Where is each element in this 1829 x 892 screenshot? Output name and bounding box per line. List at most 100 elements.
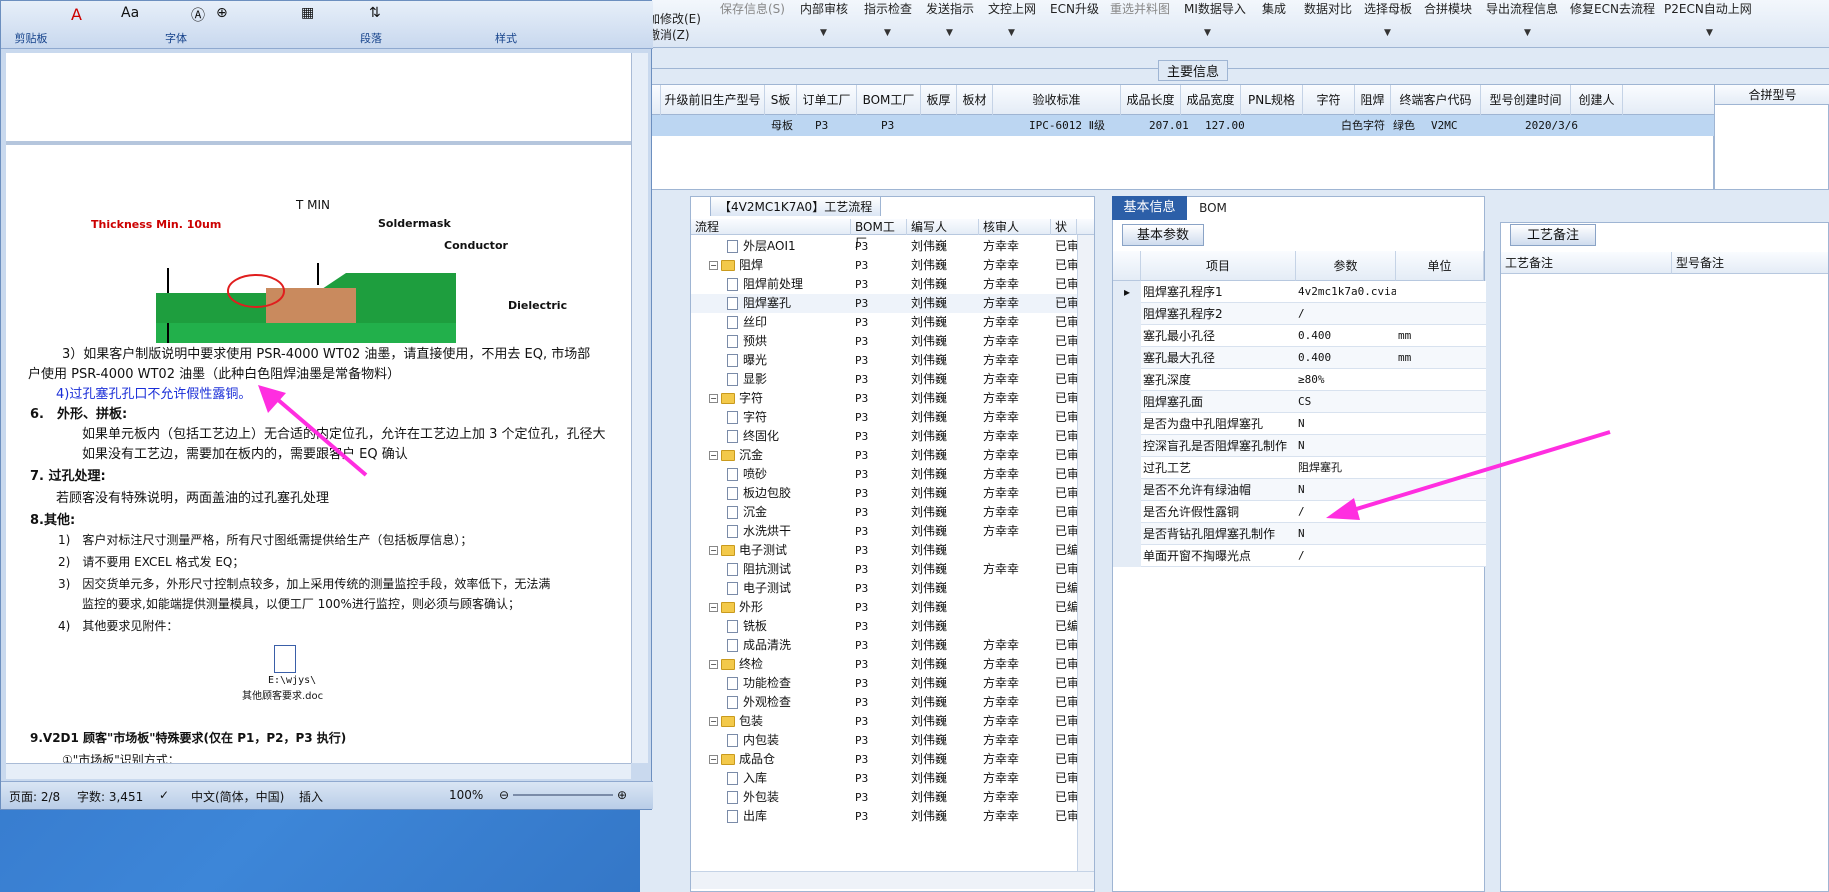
list-item[interactable]: 板边包胶 P3 刘伟巍 方幸幸 已审核 [691,484,1077,503]
chevron-down-icon[interactable]: ▼ [1008,28,1015,38]
list-item[interactable]: 显影 P3 刘伟巍 方幸幸 已审核 [691,370,1077,389]
modify-button[interactable]: 加修改(E) [648,10,701,27]
list-item[interactable]: −成品仓 P3 刘伟巍 方幸幸 已审核 [691,750,1077,769]
grid-header-cell[interactable]: 板厚 [921,85,957,115]
internal-audit-button[interactable]: 内部审核 [800,0,848,17]
collapse-icon[interactable]: − [709,394,718,403]
param-value-field[interactable]: CS [1298,391,1396,413]
table-row[interactable]: 塞孔最小孔径 0.400 mm [1113,325,1486,347]
chevron-down-icon[interactable]: ▼ [884,28,891,38]
list-item[interactable]: 字符 P3 刘伟巍 方幸幸 已审核 [691,408,1077,427]
zoom-slider[interactable] [513,794,613,796]
spell-check-icon[interactable]: ✓ [159,788,169,802]
data-compare-button[interactable]: 数据对比 [1304,0,1352,17]
save-info-button[interactable]: 保存信息(S) [720,0,785,17]
list-item[interactable]: 沉金 P3 刘伟巍 方幸幸 已审核 [691,503,1077,522]
param-value-field[interactable]: 4v2mc1k7a0.cvia [1298,281,1396,303]
chevron-down-icon[interactable]: ▼ [1204,28,1211,38]
export-process-button[interactable]: 导出流程信息 [1486,0,1558,17]
sort-icon[interactable]: ⇅ [369,5,381,21]
list-item[interactable]: 出库 P3 刘伟巍 方幸幸 已审核 [691,807,1077,826]
list-item[interactable]: 内包装 P3 刘伟巍 方幸幸 已审核 [691,731,1077,750]
process-col-header[interactable]: 编写人 [907,219,979,235]
grid-header-cell[interactable]: 成品宽度 [1181,85,1241,115]
process-horizontal-scrollbar[interactable] [691,871,1094,889]
grid-header-cell[interactable]: 终端客户代码 [1391,85,1481,115]
basic-params-tab[interactable]: 基本参数 [1122,224,1205,246]
collapse-icon[interactable]: − [709,546,718,555]
collapse-icon[interactable]: − [709,755,718,764]
collapse-icon[interactable]: − [709,261,718,270]
basic-col-header[interactable]: 项目 [1141,251,1296,281]
insert-mode[interactable]: 插入 [299,788,323,805]
zoom-out-icon[interactable]: ⊖ [499,788,509,802]
integrate-button[interactable]: 集成 [1262,0,1286,17]
basic-col-header[interactable]: 参数 [1296,251,1396,281]
collapse-icon[interactable]: − [709,451,718,460]
document-vertical-scrollbar[interactable] [631,53,648,763]
ecn-upgrade-button[interactable]: ECN升级 [1050,0,1099,17]
list-item[interactable]: 阻焊前处理 P3 刘伟巍 方幸幸 已审核 [691,275,1077,294]
collapse-icon[interactable]: − [709,717,718,726]
process-notes-tab[interactable]: 工艺备注 [1510,224,1597,246]
document-page[interactable]: Thickness Min. 10um T MIN Soldermask Con… [6,53,631,763]
tab-basic-info[interactable]: 基本信息 [1112,196,1187,220]
select-mother-board-button[interactable]: 选择母板 [1364,0,1412,17]
process-col-header[interactable]: 状态 [1051,219,1077,235]
list-item[interactable]: 喷砂 P3 刘伟巍 方幸幸 已审核 [691,465,1077,484]
list-item[interactable]: −字符 P3 刘伟巍 方幸幸 已审核 [691,389,1077,408]
table-row[interactable]: 阻焊塞孔程序2 / [1113,303,1486,325]
list-item[interactable]: 终固化 P3 刘伟巍 方幸幸 已审核 [691,427,1077,446]
list-item[interactable]: −沉金 P3 刘伟巍 方幸幸 已审核 [691,446,1077,465]
language-indicator[interactable]: 中文(简体，中国) [191,788,284,805]
chevron-down-icon[interactable]: ▼ [1706,28,1713,38]
list-item[interactable]: −外形 P3 刘伟巍 已编写 [691,598,1077,617]
word-count[interactable]: 字数: 3,451 [77,788,143,805]
mi-import-button[interactable]: MI数据导入 [1184,0,1246,17]
list-item[interactable]: 入库 P3 刘伟巍 方幸幸 已审核 [691,769,1077,788]
chevron-down-icon[interactable]: ▼ [1524,28,1531,38]
grid-header-cell[interactable]: 阻焊 [1355,85,1391,115]
chevron-down-icon[interactable]: ▼ [1384,28,1391,38]
list-item[interactable]: 水洗烘干 P3 刘伟巍 方幸幸 已审核 [691,522,1077,541]
instruction-check-button[interactable]: 指示检查 [864,0,912,17]
fix-ecn-button[interactable]: 修复ECN去流程 [1570,0,1655,17]
basic-col-header[interactable]: 单位 [1396,251,1484,281]
font-color-icon[interactable]: A [71,5,82,24]
list-item[interactable]: 外包装 P3 刘伟巍 方幸幸 已审核 [691,788,1077,807]
table-row[interactable]: 阻焊塞孔面 CS [1113,391,1486,413]
shading-icon[interactable]: ▦ [301,5,314,21]
table-row[interactable]: 塞孔深度 ≥80% [1113,369,1486,391]
zoom-in-icon[interactable]: ⊕ [617,788,627,802]
param-value-field[interactable]: / [1298,545,1396,567]
grid-header-cell[interactable]: PNL规格 [1241,85,1303,115]
table-row[interactable]: ▸ 阻焊塞孔程序1 4v2mc1k7a0.cvia [1113,281,1486,303]
param-value-field[interactable]: 0.400 [1298,325,1396,347]
enclose-char-icon[interactable]: ⊕ [216,5,228,21]
process-col-header[interactable]: BOM工厂 [851,219,907,250]
grid-header-cell[interactable]: 型号创建时间 [1481,85,1571,115]
font-size-icon[interactable]: Aa [121,5,139,21]
chevron-down-icon[interactable]: ▼ [820,28,827,38]
list-item[interactable]: −阻焊 P3 刘伟巍 方幸幸 已审核 [691,256,1077,275]
param-value-field[interactable]: / [1298,303,1396,325]
list-item[interactable]: −电子测试 P3 刘伟巍 已编写 [691,541,1077,560]
list-item[interactable]: −包装 P3 刘伟巍 方幸幸 已审核 [691,712,1077,731]
list-item[interactable]: 阻抗测试 P3 刘伟巍 方幸幸 已审核 [691,560,1077,579]
list-item[interactable]: 外层AOI1 P3 刘伟巍 方幸幸 已审核 [691,237,1077,256]
list-item[interactable]: 曝光 P3 刘伟巍 方幸幸 已审核 [691,351,1077,370]
grid-header-cell[interactable]: 升级前旧生产型号 [661,85,765,115]
table-row[interactable]: 母板 P3 P3 IPC-6012 Ⅱ级 207.01 127.00 白色字符 … [641,115,1715,136]
cancel-button[interactable]: 撤消(Z) [648,26,690,43]
grid-header-cell[interactable]: 订单工厂 [797,85,857,115]
process-vertical-scrollbar[interactable] [1077,235,1094,871]
document-horizontal-scrollbar[interactable] [6,763,631,779]
list-item[interactable]: −终检 P3 刘伟巍 方幸幸 已审核 [691,655,1077,674]
tab-bom[interactable]: BOM [1188,196,1238,220]
grid-header-cell[interactable]: BOM工厂 [857,85,921,115]
grid-header-cell[interactable]: S板 [765,85,797,115]
send-instruction-button[interactable]: 发送指示 [926,0,974,17]
list-item[interactable]: 功能检查 P3 刘伟巍 方幸幸 已审核 [691,674,1077,693]
collapse-icon[interactable]: − [709,603,718,612]
doc-upload-button[interactable]: 文控上网 [988,0,1036,17]
